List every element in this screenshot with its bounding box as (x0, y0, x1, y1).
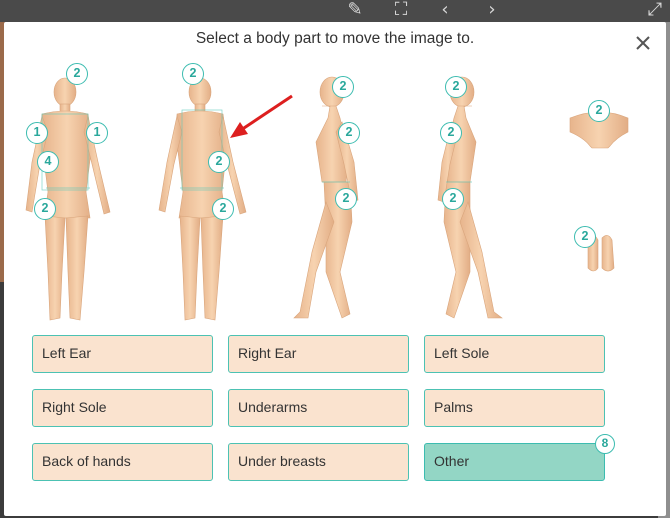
left-ear-button[interactable]: Left Ear (32, 335, 213, 373)
badge-front-left-shoulder[interactable]: 1 (86, 122, 108, 144)
badge-back-head[interactable]: 2 (182, 63, 204, 85)
left-sole-button[interactable]: Left Sole (424, 335, 605, 373)
badge-front-head[interactable]: 2 (66, 63, 88, 85)
chevron-left-icon[interactable]: ‹ (434, 0, 456, 20)
body-figures (4, 22, 666, 332)
badge-side1-head[interactable]: 2 (332, 76, 354, 98)
badge-front-thigh[interactable]: 2 (34, 198, 56, 220)
body-part-modal: Select a body part to move the image to. (4, 22, 666, 516)
pointer-arrow (230, 94, 293, 138)
underarms-button[interactable]: Underarms (228, 389, 409, 427)
badge-back-thigh[interactable]: 2 (212, 198, 234, 220)
badge-top-shoulders[interactable]: 2 (588, 100, 610, 122)
right-sole-button[interactable]: Right Sole (32, 389, 213, 427)
badge-front-right-shoulder[interactable]: 1 (26, 122, 48, 144)
badge-back-arm[interactable]: 2 (208, 151, 230, 173)
back-of-hands-button[interactable]: Back of hands (32, 443, 213, 481)
fullscreen-icon[interactable]: ⛶ (390, 0, 412, 20)
other-button[interactable]: Other (424, 443, 605, 481)
chevron-right-icon[interactable]: › (481, 0, 503, 20)
badge-side2-head[interactable]: 2 (445, 76, 467, 98)
palms-button[interactable]: Palms (424, 389, 605, 427)
badge-front-chest[interactable]: 4 (37, 151, 59, 173)
expand-icon[interactable]: ⤢ (644, 0, 666, 20)
other-count-badge: 8 (595, 434, 615, 454)
brush-icon[interactable]: ✎ (344, 0, 366, 20)
right-ear-button[interactable]: Right Ear (228, 335, 409, 373)
badge-feet[interactable]: 2 (574, 226, 596, 248)
badge-side2-hip[interactable]: 2 (442, 188, 464, 210)
background-toolbar (0, 0, 670, 22)
back-figure[interactable] (158, 77, 247, 321)
under-breasts-button[interactable]: Under breasts (228, 443, 409, 481)
badge-side1-hip[interactable]: 2 (335, 188, 357, 210)
badge-side1-chest[interactable]: 2 (338, 122, 360, 144)
badge-side2-chest[interactable]: 2 (440, 122, 462, 144)
